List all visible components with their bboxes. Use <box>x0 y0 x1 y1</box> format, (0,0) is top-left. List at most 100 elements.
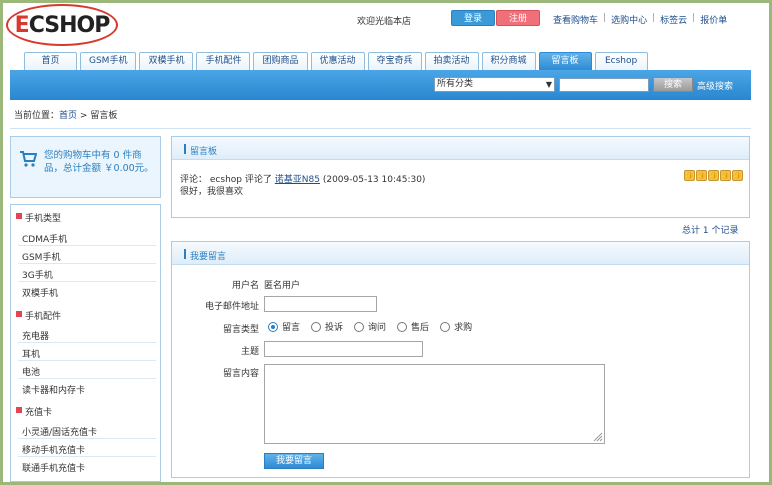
nav-tab-ecshop[interactable]: Ecshop <box>594 52 648 70</box>
content-textarea[interactable] <box>264 364 605 444</box>
sidebar-item-earphone[interactable]: 耳机 <box>22 347 40 360</box>
main-nav: 首页 GSM手机 双模手机 手机配件 团购商品 优惠活动 夺宝奇兵 拍卖活动 积… <box>24 52 648 70</box>
radio-after-sale[interactable]: 售后 <box>397 320 429 333</box>
sidebar-group-title: 手机配件 <box>25 312 62 322</box>
sidebar-item-cdma[interactable]: CDMA手机 <box>22 232 67 245</box>
message-type-radios: 留言 投诉 询问 售后 求购 <box>268 320 472 333</box>
sidebar-group-title: 充值卡 <box>25 408 53 418</box>
thumbs-up-icon: 👍 <box>684 170 695 181</box>
sidebar-item-card-reader[interactable]: 读卡器和内存卡 <box>22 383 85 396</box>
radio-label: 售后 <box>411 323 430 333</box>
breadcrumb-separator: > <box>79 111 88 121</box>
search-button[interactable]: 搜索 <box>653 77 693 92</box>
top-link-tag-cloud[interactable]: 标签云 <box>655 13 692 26</box>
sidebar-group-phone-types[interactable]: 手机类型 <box>16 211 62 224</box>
ecshop-logo[interactable]: ECSHOP <box>6 4 118 46</box>
login-button[interactable]: 登录 <box>451 10 495 26</box>
panel-header: 留言板 <box>172 137 749 160</box>
resize-grip-icon[interactable] <box>593 432 603 442</box>
radio-purchase[interactable]: 求购 <box>440 320 472 333</box>
nav-tab-group-buy[interactable]: 团购商品 <box>253 52 308 70</box>
radio-button[interactable] <box>354 321 365 332</box>
nav-tab-points-mall[interactable]: 积分商城 <box>481 52 536 70</box>
radio-button[interactable] <box>397 321 408 332</box>
sidebar-item-3g[interactable]: 3G手机 <box>22 268 53 281</box>
radio-inquiry[interactable]: 询问 <box>354 320 386 333</box>
radio-label: 投诉 <box>325 323 344 333</box>
top-link-pick-center[interactable]: 选购中心 <box>606 13 652 26</box>
shopping-cart-icon <box>20 151 37 167</box>
message-product-link[interactable]: 诺基亚N85 <box>275 175 320 185</box>
radio-label: 留言 <box>282 323 301 333</box>
email-label: 电子邮件地址 <box>204 302 259 312</box>
message-type-label: 留言类型 <box>222 325 259 335</box>
nav-tab-snatch[interactable]: 夺宝奇兵 <box>367 52 422 70</box>
thumbs-up-icon: 👍 <box>696 170 707 181</box>
sidebar-group-title: 手机类型 <box>25 214 62 224</box>
category-select-value: 所有分类 <box>437 79 474 89</box>
divider <box>18 245 156 246</box>
top-link-quotation[interactable]: 报价单 <box>695 13 732 26</box>
radio-button[interactable] <box>311 321 322 332</box>
welcome-text: 欢迎光临本店 <box>357 17 412 27</box>
radio-button[interactable] <box>440 321 451 332</box>
thumbs-up-icon: 👍 <box>732 170 743 181</box>
nav-tab-promotions[interactable]: 优惠活动 <box>310 52 365 70</box>
thumbs-up-icon: 👍 <box>708 170 719 181</box>
bullet-icon <box>16 407 22 413</box>
divider <box>18 378 156 379</box>
username-label: 用户名 <box>231 281 259 291</box>
nav-tab-accessories[interactable]: 手机配件 <box>196 52 251 70</box>
content-label: 留言内容 <box>222 369 259 379</box>
divider <box>18 342 156 343</box>
sidebar-group-recharge[interactable]: 充值卡 <box>16 405 53 418</box>
radio-label: 询问 <box>368 323 387 333</box>
chevron-down-icon: ▼ <box>545 80 552 89</box>
breadcrumb-home[interactable]: 首页 <box>59 111 77 121</box>
sidebar-item-charger[interactable]: 充电器 <box>22 329 49 342</box>
sidebar-item-mobile-card[interactable]: 移动手机充值卡 <box>22 443 85 456</box>
message-time: (2009-05-13 10:45:30) <box>322 175 426 185</box>
radio-complaint[interactable]: 投诉 <box>311 320 343 333</box>
sidebar-item-dual-mode[interactable]: 双模手机 <box>22 286 58 299</box>
rating-stars: 👍 👍 👍 👍 👍 <box>684 170 743 181</box>
record-count: 总计 1 个记录 <box>682 226 739 236</box>
panel-title: 留言板 <box>183 144 217 157</box>
logo-text: ECSHOP <box>14 12 111 38</box>
nav-tab-auction[interactable]: 拍卖活动 <box>424 52 479 70</box>
sidebar-item-gsm[interactable]: GSM手机 <box>22 250 60 263</box>
cart-summary-text: 您的购物车中有 0 件商品，总计金额 ￥0.00元。 <box>44 150 154 174</box>
sidebar-item-landline-card[interactable]: 小灵通/固话充值卡 <box>22 425 97 438</box>
nav-tab-message-board[interactable]: 留言板 <box>538 52 592 70</box>
divider <box>18 360 156 361</box>
category-select[interactable]: 所有分类 ▼ <box>434 77 555 92</box>
nav-tab-dual-mode[interactable]: 双模手机 <box>139 52 194 70</box>
nav-tab-home[interactable]: 首页 <box>24 52 77 70</box>
sidebar-group-accessories[interactable]: 手机配件 <box>16 309 62 322</box>
sidebar-item-unicom-card[interactable]: 联通手机充值卡 <box>22 461 85 474</box>
panel-title: 我要留言 <box>183 249 226 262</box>
divider <box>18 438 156 439</box>
subject-label: 主题 <box>240 347 259 357</box>
nav-tab-gsm[interactable]: GSM手机 <box>80 52 137 70</box>
email-field[interactable] <box>264 296 377 312</box>
divider <box>18 263 156 264</box>
panel-header: 我要留言 <box>172 242 749 265</box>
sidebar-item-battery[interactable]: 电池 <box>22 365 40 378</box>
message-content: 很好，我很喜欢 <box>180 187 244 197</box>
username-value: 匿名用户 <box>264 281 301 291</box>
subject-field[interactable] <box>264 341 423 357</box>
top-link-cart[interactable]: 查看购物车 <box>548 13 603 26</box>
advanced-search-link[interactable]: 高级搜索 <box>697 79 733 92</box>
bullet-icon <box>16 213 22 219</box>
radio-message[interactable]: 留言 <box>268 320 300 333</box>
search-input[interactable] <box>559 78 649 92</box>
register-button[interactable]: 注册 <box>496 10 540 26</box>
submit-message-button[interactable]: 我要留言 <box>264 453 324 469</box>
divider <box>18 281 156 282</box>
divider <box>18 456 156 457</box>
radio-button[interactable] <box>268 321 278 332</box>
radio-label: 求购 <box>454 323 473 333</box>
breadcrumb: 当前位置：首页 > 留言板 <box>14 108 117 121</box>
message-verb: 评论了 <box>244 175 272 185</box>
